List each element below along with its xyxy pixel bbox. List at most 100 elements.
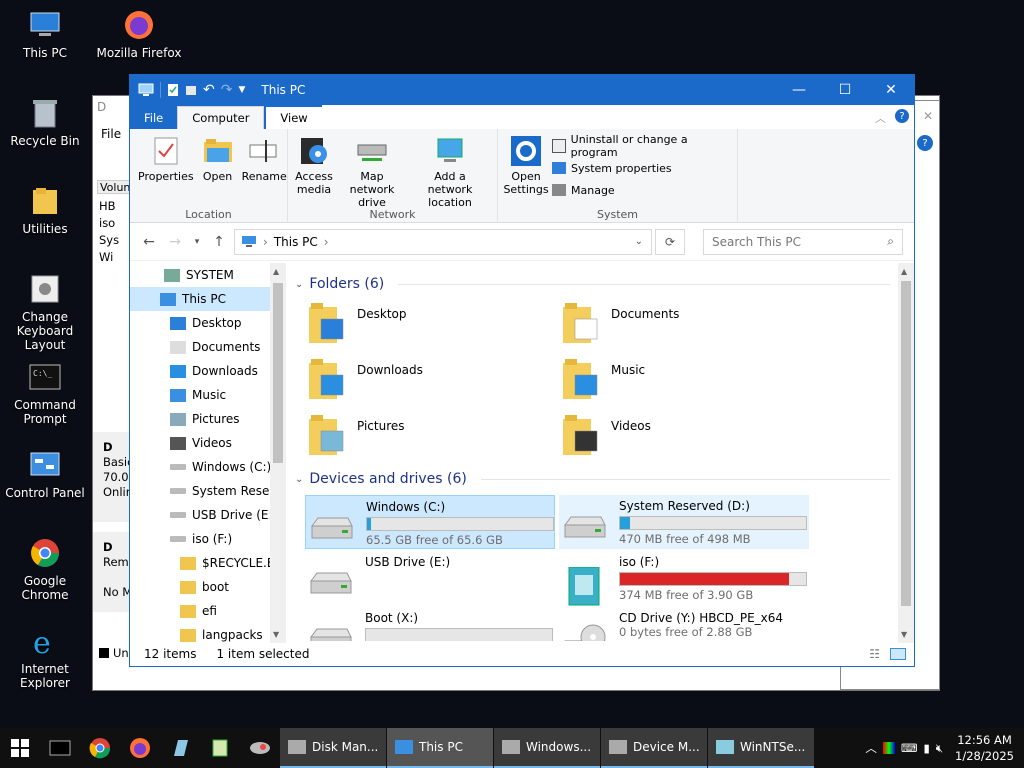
taskbar-task[interactable]: Disk Man... xyxy=(280,728,386,768)
help-icon[interactable]: ? xyxy=(917,135,933,151)
folder-tile[interactable]: Desktop xyxy=(307,301,407,348)
scroll-up-icon[interactable]: ▲ xyxy=(901,267,907,276)
nav-item[interactable]: Documents xyxy=(130,335,286,359)
desktop-icon-this-pc[interactable]: This PC xyxy=(0,8,90,60)
nav-item[interactable]: Pictures xyxy=(130,407,286,431)
nav-item[interactable]: This PC xyxy=(130,287,286,311)
taskbar-task[interactable]: This PC xyxy=(387,728,493,768)
drive-tile[interactable]: System Reserved (D:) 470 MB free of 498 M… xyxy=(559,495,809,549)
minimize-button[interactable]: — xyxy=(776,75,822,105)
taskbar-task[interactable]: WinNTSe... xyxy=(708,728,814,768)
desktop-icon-recycle-bin[interactable]: Recycle Bin xyxy=(0,96,90,148)
back-button[interactable]: ← xyxy=(138,231,160,253)
drive-tile[interactable]: iso (F:) 374 MB free of 3.90 GB xyxy=(559,551,809,606)
nav-item[interactable]: Music xyxy=(130,383,286,407)
system-properties-button[interactable]: System properties xyxy=(552,157,733,179)
chevron-up-icon[interactable]: ︿ xyxy=(865,740,877,756)
taskbar-firefox[interactable] xyxy=(120,728,160,768)
breadcrumb-this-pc[interactable]: This PC xyxy=(274,235,318,249)
tab-computer[interactable]: Computer xyxy=(177,106,265,129)
monitor-icon[interactable] xyxy=(882,742,895,754)
nav-item[interactable]: langpacks xyxy=(130,623,286,643)
nav-item[interactable]: Videos xyxy=(130,431,286,455)
address-box[interactable]: › This PC › ⌄ xyxy=(234,228,652,255)
nav-item[interactable]: $RECYCLE.BIN xyxy=(130,551,286,575)
tiles-view-icon[interactable] xyxy=(890,648,906,660)
nav-item[interactable]: efi xyxy=(130,599,286,623)
content-scroll-thumb[interactable] xyxy=(901,281,911,606)
up-button[interactable]: ↑ xyxy=(208,231,230,253)
nav-item[interactable]: Desktop xyxy=(130,311,286,335)
scroll-down-icon[interactable]: ▼ xyxy=(273,630,279,639)
desktop-icon-keyboard-layout[interactable]: Change Keyboard Layout xyxy=(0,272,90,352)
tab-file[interactable]: File xyxy=(130,107,178,129)
desktop-icon-command-prompt[interactable]: C:\_ Command Prompt xyxy=(0,360,90,426)
explorer-window[interactable]: ↶ ↷ ▼ This PC — ☐ ✕ File Computer View ︿… xyxy=(129,74,915,667)
recent-locations-button[interactable]: ▾ xyxy=(190,231,204,253)
folder-tile[interactable]: Downloads xyxy=(307,357,423,404)
new-folder-icon[interactable] xyxy=(185,83,197,97)
drive-tile[interactable]: CD Drive (Y:) HBCD_PE_x64 0 bytes free of… xyxy=(559,607,809,641)
taskbar-command-prompt[interactable] xyxy=(40,728,80,768)
bg-col-header[interactable]: Volun xyxy=(97,180,131,194)
bg-menu-file[interactable]: File xyxy=(101,127,121,141)
taskbar-task[interactable]: Windows... xyxy=(494,728,600,768)
scroll-down-icon[interactable]: ▼ xyxy=(901,630,907,639)
nav-item[interactable]: Windows (C:) xyxy=(130,455,286,479)
uninstall-program-button[interactable]: Uninstall or change a program xyxy=(552,133,733,159)
help-icon[interactable]: ? xyxy=(894,108,910,124)
forward-button[interactable]: → xyxy=(164,231,186,253)
desktop-icon-chrome[interactable]: Google Chrome xyxy=(0,536,90,602)
bg-row[interactable]: Wi xyxy=(99,249,119,266)
taskbar-chrome[interactable] xyxy=(80,728,120,768)
desktop-icon-control-panel[interactable]: Control Panel xyxy=(0,448,90,500)
folder-tile[interactable]: Documents xyxy=(561,301,679,348)
start-button[interactable] xyxy=(0,728,40,768)
tab-view[interactable]: View xyxy=(266,107,322,129)
manage-button[interactable]: Manage xyxy=(552,179,733,201)
desktop-icon-firefox[interactable]: Mozilla Firefox xyxy=(94,8,184,60)
search-box[interactable]: Search This PC ⌕ xyxy=(703,228,903,255)
maximize-button[interactable]: ☐ xyxy=(822,75,868,105)
volume-muted-icon[interactable]: 🔇︎ xyxy=(936,741,943,756)
content-pane[interactable]: ⌄ Folders (6) Desktop Documents Downloads M… xyxy=(295,263,900,641)
scroll-up-icon[interactable]: ▲ xyxy=(273,267,279,276)
nav-scroll-thumb[interactable] xyxy=(273,283,283,463)
taskbar-app-4[interactable] xyxy=(160,728,200,768)
folder-tile[interactable]: Pictures xyxy=(307,413,405,460)
folder-tile[interactable]: Music xyxy=(561,357,645,404)
nav-item[interactable]: SYSTEM xyxy=(130,263,286,287)
drive-tile[interactable]: USB Drive (E:) xyxy=(305,551,555,605)
nav-item[interactable]: boot xyxy=(130,575,286,599)
title-bar[interactable]: ↶ ↷ ▼ This PC — ☐ ✕ xyxy=(130,75,914,105)
chevron-down-icon[interactable]: ⌄ xyxy=(635,236,643,247)
drive-tile[interactable]: Boot (X:) xyxy=(305,607,555,641)
close-icon[interactable]: ✕ xyxy=(923,109,933,123)
desktop-icon-internet-explorer[interactable]: e Internet Explorer xyxy=(0,624,90,690)
properties-icon[interactable] xyxy=(167,83,179,97)
folders-section-header[interactable]: ⌄ Folders (6) xyxy=(295,271,890,297)
clock[interactable]: 12:56 AM 1/28/2025 xyxy=(955,732,1014,764)
computer-icon[interactable] xyxy=(138,83,154,97)
drives-section-header[interactable]: ⌄ Devices and drives (6) xyxy=(295,466,890,492)
content-scrollbar[interactable]: ▲ ▼ xyxy=(898,263,914,643)
nav-item[interactable]: USB Drive (E:) xyxy=(130,503,286,527)
drive-tile[interactable]: Windows (C:) 65.5 GB free of 65.6 GB xyxy=(305,495,555,549)
chevron-down-icon[interactable]: ▼ xyxy=(238,85,245,95)
details-view-icon[interactable]: ☷ xyxy=(869,647,880,661)
refresh-button[interactable]: ⟳ xyxy=(655,228,685,255)
chevron-right-icon[interactable]: › xyxy=(324,235,329,249)
redo-icon[interactable]: ↷ xyxy=(221,82,233,98)
nav-item[interactable]: System Reserve xyxy=(130,479,286,503)
battery-icon[interactable]: ▮ xyxy=(923,741,929,755)
bg-row[interactable]: Sys xyxy=(99,232,119,249)
bg-row[interactable]: iso xyxy=(99,215,119,232)
nav-item[interactable]: iso (F:) xyxy=(130,527,286,551)
nav-item[interactable]: Downloads xyxy=(130,359,286,383)
undo-icon[interactable]: ↶ xyxy=(203,82,215,98)
taskbar-app-6[interactable] xyxy=(240,728,280,768)
desktop-icon-utilities[interactable]: Utilities xyxy=(0,184,90,236)
bg-row[interactable]: HB xyxy=(99,198,119,215)
taskbar-app-5[interactable] xyxy=(200,728,240,768)
taskbar-task[interactable]: Device M... xyxy=(601,728,707,768)
